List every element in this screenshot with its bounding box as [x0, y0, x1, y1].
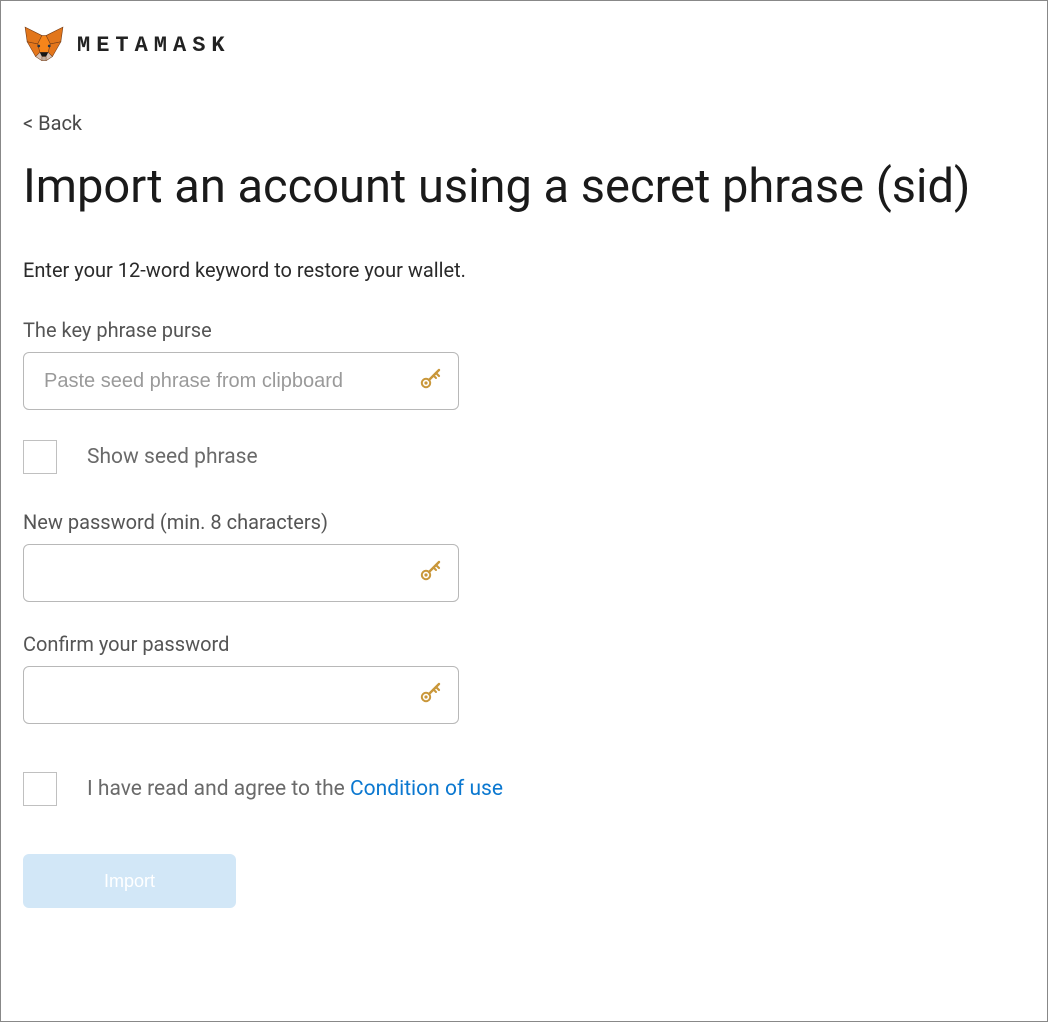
- show-seed-row: Show seed phrase: [23, 440, 1025, 474]
- header: METAMASK: [23, 25, 1025, 65]
- page-title: Import an account using a secret phrase …: [23, 155, 1025, 218]
- metamask-logo-icon: [23, 25, 65, 65]
- terms-label: I have read and agree to the Condition o…: [87, 777, 503, 801]
- show-seed-checkbox[interactable]: [23, 440, 57, 474]
- terms-checkbox[interactable]: [23, 772, 57, 806]
- terms-row: I have read and agree to the Condition o…: [23, 772, 1025, 806]
- back-link[interactable]: < Back: [23, 111, 1025, 135]
- new-password-input[interactable]: [23, 544, 459, 602]
- brand-name: METAMASK: [77, 33, 231, 58]
- confirm-password-input-wrap: [23, 666, 459, 724]
- show-seed-label: Show seed phrase: [87, 445, 258, 469]
- new-password-label: New password (min. 8 characters): [23, 510, 1025, 534]
- app-frame: METAMASK < Back Import an account using …: [0, 0, 1048, 1022]
- seed-phrase-label: The key phrase purse: [23, 318, 1025, 342]
- seed-phrase-input[interactable]: [23, 352, 459, 410]
- page-subtitle: Enter your 12-word keyword to restore yo…: [23, 258, 1025, 282]
- seed-phrase-input-wrap: [23, 352, 459, 410]
- terms-prefix: I have read and agree to the: [87, 777, 350, 801]
- confirm-password-label: Confirm your password: [23, 632, 1025, 656]
- new-password-input-wrap: [23, 544, 459, 602]
- confirm-password-input[interactable]: [23, 666, 459, 724]
- import-button[interactable]: Import: [23, 854, 236, 908]
- terms-link[interactable]: Condition of use: [350, 777, 503, 801]
